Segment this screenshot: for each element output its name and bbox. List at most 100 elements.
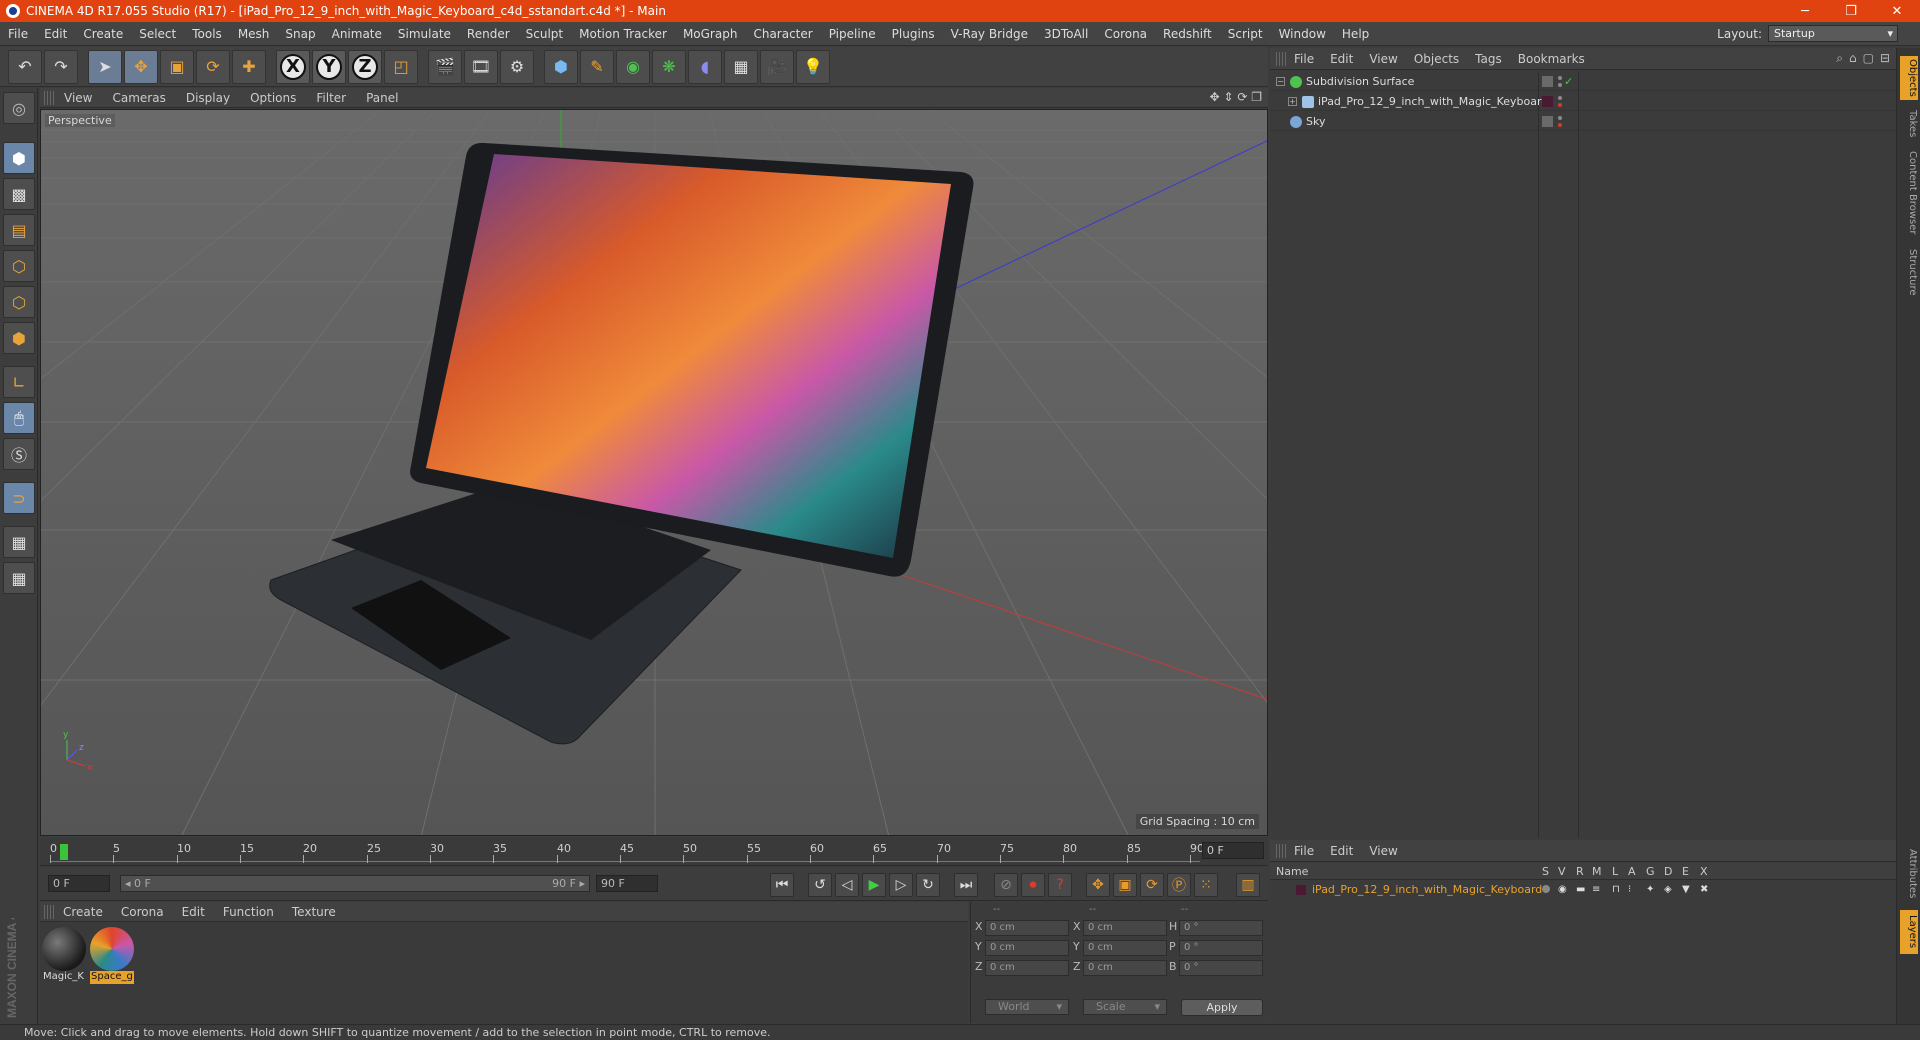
move-tool-button[interactable]: ✥ — [124, 49, 158, 84]
polygons-mode-button[interactable]: ⬢ — [3, 322, 35, 354]
home-icon[interactable]: ⌂ — [1849, 51, 1857, 66]
viewport-nav-icons[interactable]: ✥ ⇕ ⟳ ❐ — [1210, 90, 1262, 104]
undo-button[interactable]: ↶ — [8, 49, 42, 84]
floor-button[interactable]: ▦ — [724, 49, 758, 84]
menu-vray-bridge[interactable]: V-Ray Bridge — [943, 27, 1036, 41]
viewport-menu-panel[interactable]: Panel — [356, 91, 408, 105]
close-button[interactable]: ✕ — [1874, 0, 1920, 22]
key-pla-button[interactable]: ⁙ — [1194, 873, 1218, 897]
menu-file[interactable]: File — [0, 27, 36, 41]
lock-toggle-icon[interactable]: ⊓ — [1612, 884, 1620, 895]
objects-menu-objects[interactable]: Objects — [1406, 52, 1467, 66]
layer-col-render[interactable]: R — [1576, 865, 1584, 878]
redo-button[interactable]: ↷ — [44, 49, 78, 84]
menu-animate[interactable]: Animate — [324, 27, 390, 41]
menu-edit[interactable]: Edit — [36, 27, 75, 41]
layer-col-name[interactable]: Name — [1276, 865, 1308, 878]
eye-icon[interactable]: ◉ — [1558, 884, 1567, 895]
rotation-h-field[interactable]: 0 ° — [1179, 920, 1263, 936]
menu-window[interactable]: Window — [1271, 27, 1334, 41]
tab-structure[interactable]: Structure — [1900, 244, 1918, 300]
layer-col-solo[interactable]: S — [1542, 865, 1549, 878]
lock-icon[interactable]: ▢ — [1863, 51, 1874, 66]
layer-row[interactable]: iPad_Pro_12_9_inch_with_Magic_Keyboard ◉… — [1270, 882, 1896, 898]
cube-button[interactable]: ⬢ — [544, 49, 578, 84]
next-frame-button[interactable]: ▷ — [889, 873, 913, 897]
deformer-icon[interactable]: ◈ — [1664, 884, 1672, 895]
menu-tools[interactable]: Tools — [184, 27, 230, 41]
layer-col-manager[interactable]: M — [1592, 865, 1602, 878]
size-y-field[interactable]: 0 cm — [1083, 940, 1167, 956]
workplane-mode-button[interactable]: ▤ — [3, 214, 35, 246]
current-frame-field[interactable]: 0 F — [1202, 842, 1264, 859]
deformer-button[interactable]: ◖ — [688, 49, 722, 84]
tab-objects[interactable]: Objects — [1900, 56, 1918, 100]
objects-menu-tags[interactable]: Tags — [1467, 52, 1510, 66]
objects-menu-file[interactable]: File — [1286, 52, 1322, 66]
planar-workplane-button[interactable]: ▦ — [3, 562, 35, 594]
last-tool-button[interactable]: ✚ — [232, 49, 266, 84]
menu-simulate[interactable]: Simulate — [390, 27, 459, 41]
coordinate-system-button[interactable]: ◰ — [384, 49, 418, 84]
camera-label[interactable]: Perspective — [45, 114, 115, 127]
viewport-menu-display[interactable]: Display — [176, 91, 240, 105]
tab-attributes[interactable]: Attributes — [1900, 844, 1918, 904]
snap-button[interactable]: Ⓢ — [3, 438, 35, 470]
layer-col-generators[interactable]: G — [1646, 865, 1655, 878]
menu-select[interactable]: Select — [131, 27, 184, 41]
lock-workplane-button[interactable]: ▦ — [3, 526, 35, 558]
y-axis-button[interactable]: Y — [312, 49, 346, 84]
menu-render[interactable]: Render — [459, 27, 518, 41]
subdivision-button[interactable]: ◉ — [616, 49, 650, 84]
key-position-button[interactable]: ✥ — [1086, 873, 1110, 897]
search-icon[interactable]: ⌕ — [1836, 51, 1843, 66]
size-z-field[interactable]: 0 cm — [1083, 960, 1167, 976]
collapse-toggle-icon[interactable]: − — [1276, 77, 1285, 86]
menu-mograph[interactable]: MoGraph — [675, 27, 746, 41]
tab-layers[interactable]: Layers — [1900, 910, 1918, 954]
timeline-ruler[interactable]: 0 5 10 15 20 25 30 35 40 45 50 55 60 65 … — [50, 842, 1204, 863]
generator-icon[interactable]: ✦ — [1646, 884, 1654, 895]
xref-icon[interactable]: ✖ — [1700, 884, 1708, 895]
position-y-field[interactable]: 0 cm — [985, 940, 1069, 956]
tab-content-browser[interactable]: Content Browser — [1900, 148, 1918, 238]
solo-toggle-icon[interactable] — [1542, 885, 1550, 893]
previous-key-button[interactable]: ↺ — [808, 873, 832, 897]
menu-script[interactable]: Script — [1220, 27, 1271, 41]
layer-col-expressions[interactable]: E — [1682, 865, 1689, 878]
previous-frame-button[interactable]: ◁ — [835, 873, 859, 897]
autokeying-button[interactable]: ⏺ — [1021, 873, 1045, 897]
timeline-playhead[interactable] — [60, 844, 68, 860]
scale-tool-button[interactable]: ▣ — [160, 49, 194, 84]
animation-icon[interactable]: ⁝ — [1628, 884, 1631, 895]
material-menu-create[interactable]: Create — [54, 905, 112, 919]
tweak-mode-button[interactable]: 🖱 — [3, 402, 35, 434]
layer-col-locked[interactable]: L — [1612, 865, 1618, 878]
menu-corona[interactable]: Corona — [1096, 27, 1155, 41]
layer-tag-icon[interactable] — [1542, 116, 1553, 127]
rotation-b-field[interactable]: 0 ° — [1179, 960, 1263, 976]
z-axis-button[interactable]: Z — [348, 49, 382, 84]
objects-menu-edit[interactable]: Edit — [1322, 52, 1361, 66]
keyframe-selection-button[interactable]: ? — [1048, 873, 1072, 897]
position-x-field[interactable]: 0 cm — [985, 920, 1069, 936]
render-clapper-icon[interactable]: ▬ — [1576, 884, 1585, 895]
menu-mesh[interactable]: Mesh — [230, 27, 278, 41]
coordinate-space-dropdown[interactable]: World — [985, 999, 1069, 1015]
camera-button[interactable]: 🎥 — [760, 49, 794, 84]
layer-col-animation[interactable]: A — [1628, 865, 1636, 878]
end-frame-field[interactable]: 90 F — [596, 875, 658, 892]
objects-menu-view[interactable]: View — [1361, 52, 1405, 66]
texture-mode-button[interactable]: ▩ — [3, 178, 35, 210]
rotate-tool-button[interactable]: ⟳ — [196, 49, 230, 84]
material-item[interactable]: Space_g — [90, 927, 134, 985]
size-mode-dropdown[interactable]: Scale — [1083, 999, 1167, 1015]
edges-mode-button[interactable]: ⬡ — [3, 286, 35, 318]
minimize-button[interactable]: ─ — [1782, 0, 1828, 22]
material-menu-texture[interactable]: Texture — [283, 905, 345, 919]
viewport-menu-options[interactable]: Options — [240, 91, 306, 105]
rotation-p-field[interactable]: 0 ° — [1179, 940, 1263, 956]
object-row-ipad[interactable]: + iPad_Pro_12_9_inch_with_Magic_Keyboard — [1270, 93, 1896, 111]
manager-icon[interactable]: ≡ — [1592, 884, 1600, 895]
start-frame-field[interactable]: 0 F — [48, 875, 110, 892]
